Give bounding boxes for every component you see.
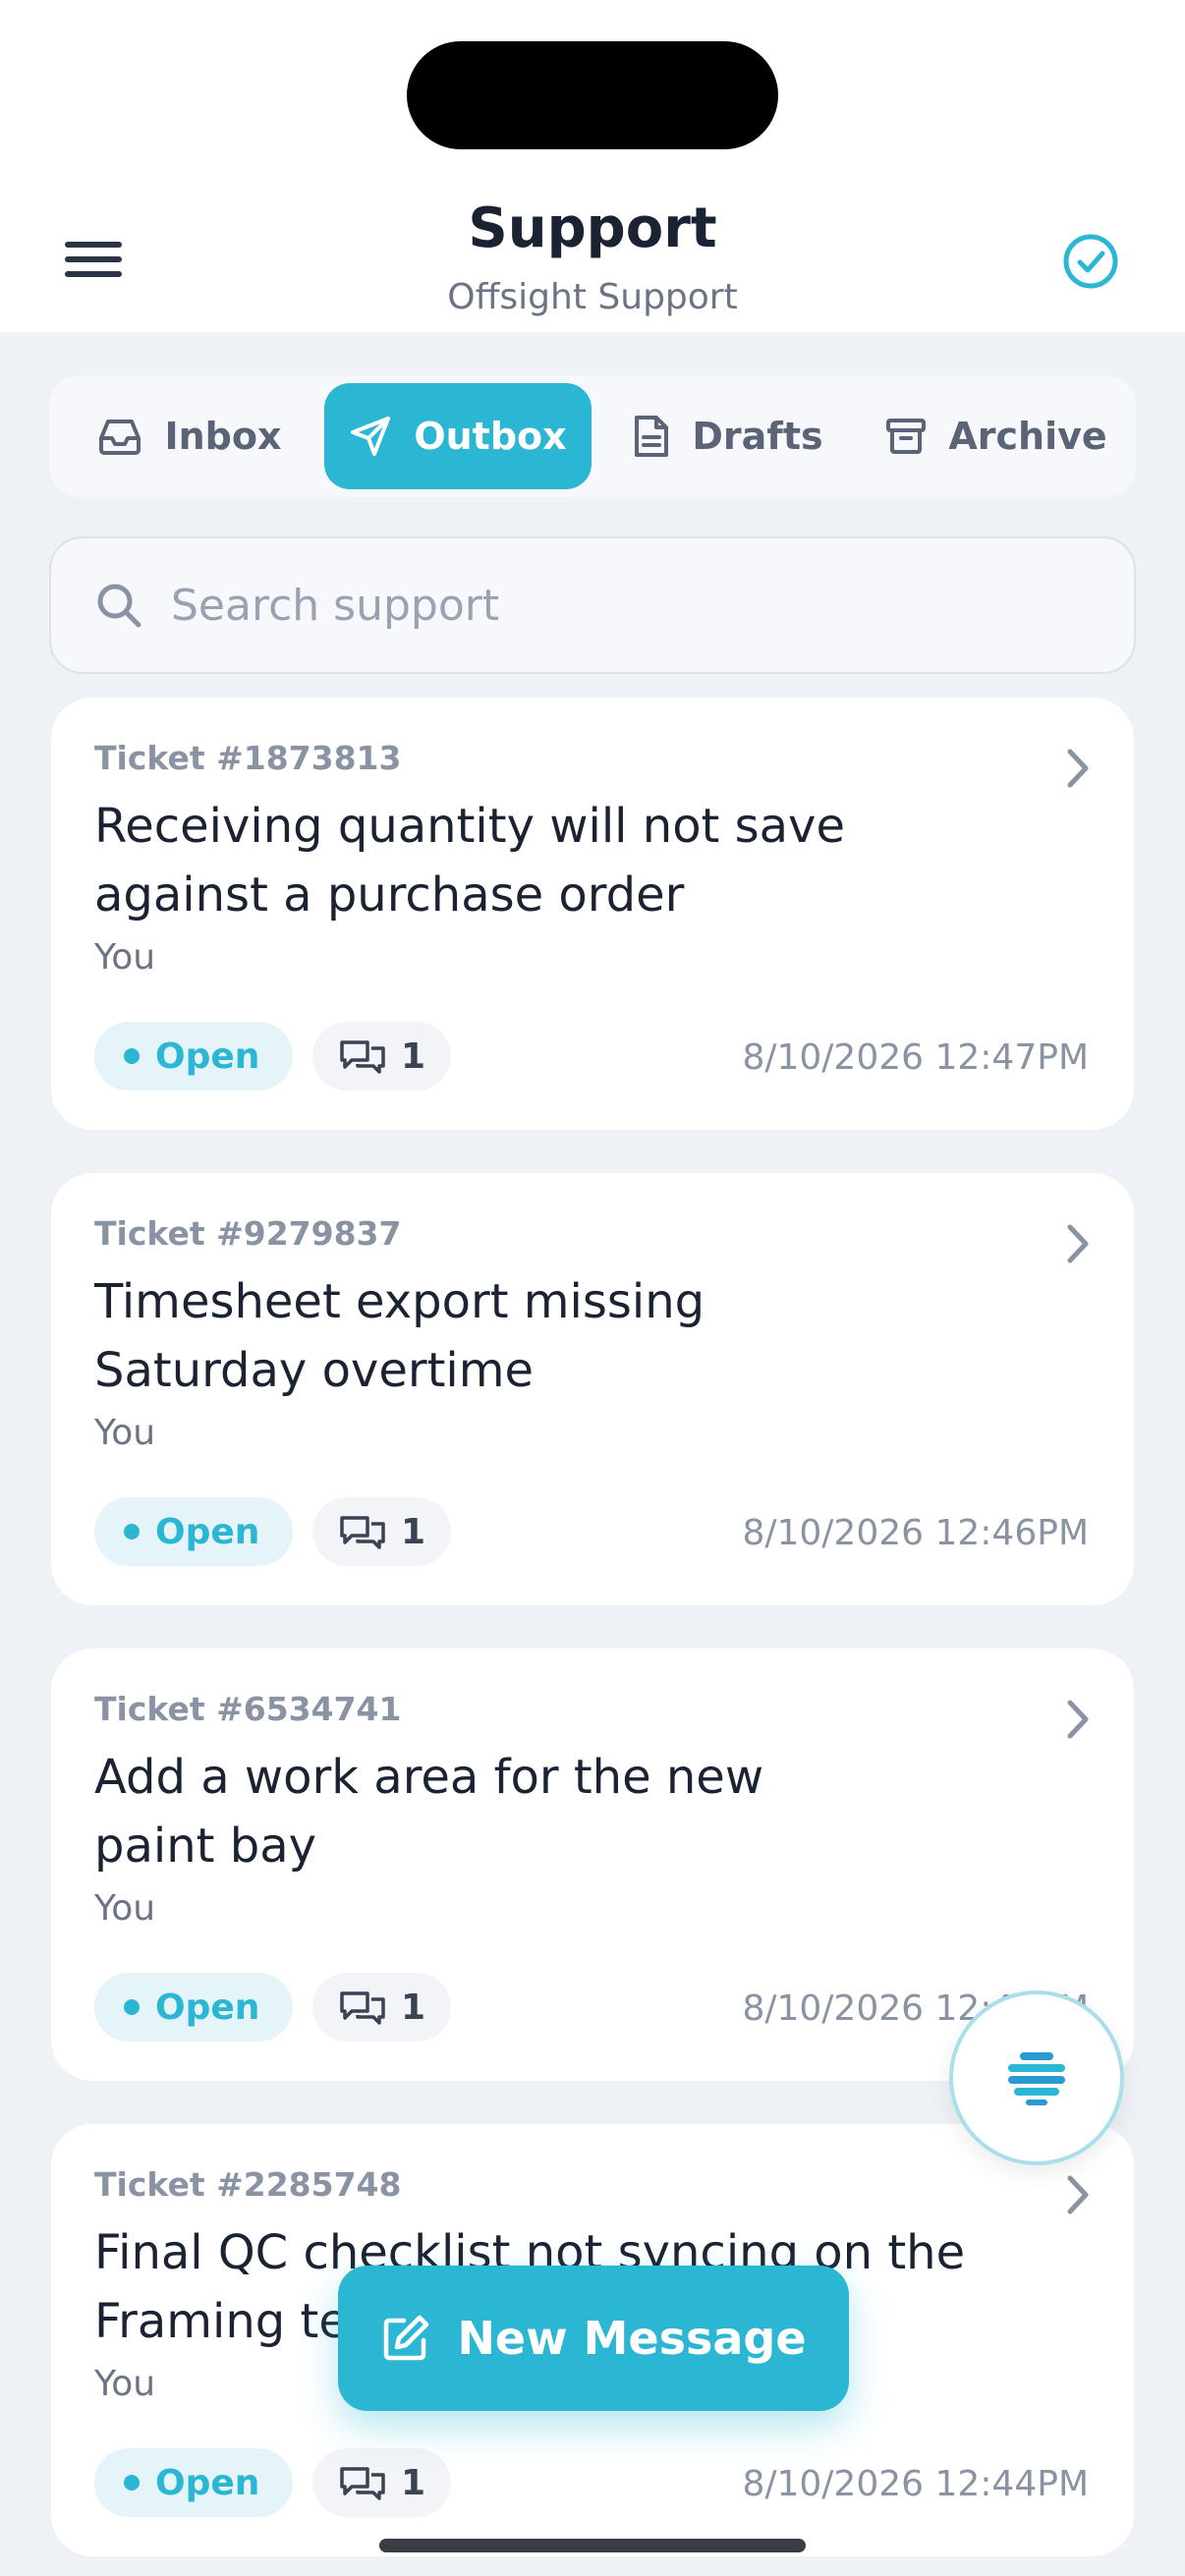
send-icon (351, 417, 391, 456)
ticket-title: Add a work area for the new paint bay (94, 1750, 764, 1874)
comment-count-value: 1 (401, 1036, 426, 1077)
search-bar (49, 536, 1136, 674)
search-input[interactable] (171, 580, 1055, 631)
chevron-right-icon (1067, 1224, 1089, 1263)
assistant-bot-icon (1008, 2052, 1065, 2105)
comment-count-value: 1 (401, 1511, 426, 1552)
ticket-date: 8/10/2026 12:46PM (742, 1513, 1089, 1553)
page-subtitle: Offsight Support (447, 277, 738, 317)
search-icon (97, 584, 141, 628)
ticket-date: 8/10/2026 12:44PM (742, 2464, 1089, 2504)
assistant-button[interactable] (949, 1990, 1124, 2165)
comments-icon (340, 1516, 385, 1549)
status-label: Open (155, 2462, 260, 2503)
ticket-card[interactable]: Ticket #9279837 Timesheet export missing… (51, 1173, 1134, 1605)
archive-icon (886, 419, 927, 454)
ticket-number: Ticket #2285748 (94, 2165, 402, 2204)
tab-inbox-label: Inbox (164, 415, 282, 458)
status-dot (124, 1048, 140, 1064)
ticket-title: Receiving quantity will not save against… (94, 799, 845, 923)
new-message-label: New Message (457, 2312, 807, 2365)
comment-count-value: 1 (401, 2462, 426, 2503)
tab-drafts-label: Drafts (692, 415, 823, 458)
comments-icon (340, 1991, 385, 2025)
comments-icon (340, 2467, 385, 2500)
dynamic-island (407, 41, 778, 149)
chevron-right-icon (1067, 1700, 1089, 1739)
status-dot (124, 2475, 140, 2491)
chevron-right-icon (1067, 749, 1089, 788)
status-badge: Open (94, 2448, 294, 2517)
status-badge: Open (94, 1973, 294, 2042)
status-dot (124, 1524, 140, 1540)
page-title: Support (468, 196, 717, 260)
comment-count: 1 (312, 1973, 452, 2042)
ticket-from: You (94, 937, 156, 978)
mailbox-tabs: Inbox Outbox Drafts Archive (49, 375, 1136, 497)
document-icon (635, 416, 669, 457)
comment-count: 1 (312, 2448, 452, 2517)
comments-icon (340, 1040, 385, 1074)
tab-archive-label: Archive (948, 415, 1107, 458)
status-badge: Open (94, 1022, 294, 1091)
ticket-date: 8/10/2026 12:47PM (742, 1037, 1089, 1078)
home-indicator[interactable] (379, 2539, 806, 2552)
ticket-number: Ticket #1873813 (94, 739, 402, 777)
tab-drafts[interactable]: Drafts (595, 383, 861, 489)
comment-count: 1 (312, 1497, 452, 1566)
tab-inbox[interactable]: Inbox (57, 383, 322, 489)
ticket-title: Timesheet export missing Saturday overti… (94, 1274, 705, 1398)
tab-outbox[interactable]: Outbox (324, 383, 592, 489)
chevron-right-icon (1067, 2175, 1089, 2214)
compose-icon (384, 2315, 429, 2361)
status-label: Open (155, 1987, 260, 2028)
ticket-number: Ticket #6534741 (94, 1690, 402, 1728)
ticket-from: You (94, 2364, 156, 2404)
ticket-from: You (94, 1413, 156, 1453)
status-label: Open (155, 1036, 260, 1077)
ticket-from: You (94, 1888, 156, 1929)
tab-outbox-label: Outbox (414, 415, 567, 458)
comment-count-value: 1 (401, 1987, 426, 2028)
ticket-card[interactable]: Ticket #6534741 Add a work area for the … (51, 1649, 1134, 2081)
status-label: Open (155, 1511, 260, 1552)
new-message-button[interactable]: New Message (338, 2266, 849, 2411)
inbox-icon (99, 420, 141, 455)
tab-archive[interactable]: Archive (865, 383, 1128, 489)
status-dot (124, 1999, 140, 2015)
ticket-number: Ticket #9279837 (94, 1214, 402, 1253)
app-header: Support Offsight Support (0, 0, 1185, 332)
check-circle-icon[interactable] (1061, 232, 1120, 291)
status-badge: Open (94, 1497, 294, 1566)
ticket-card[interactable]: Ticket #1873813 Receiving quantity will … (51, 698, 1134, 1130)
comment-count: 1 (312, 1022, 452, 1091)
